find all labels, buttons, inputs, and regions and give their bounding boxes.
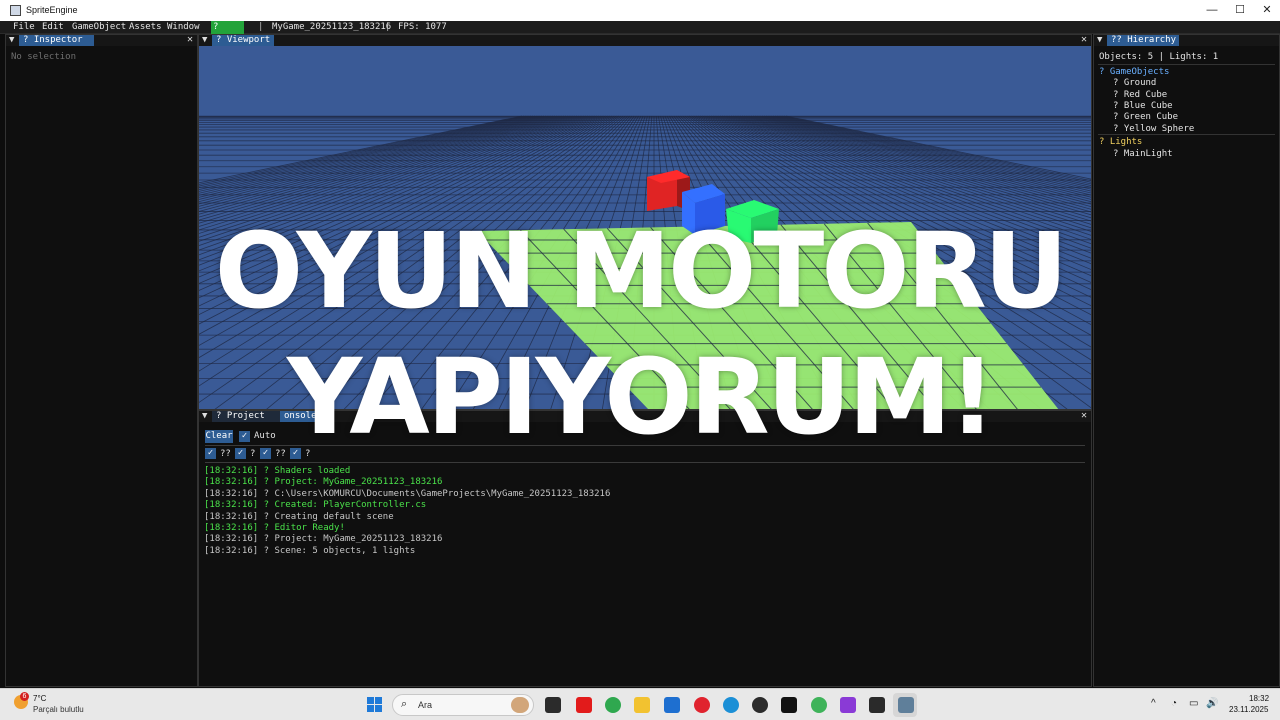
clock-time[interactable]: 18:32 bbox=[1249, 694, 1269, 703]
minimize-button[interactable]: — bbox=[1198, 2, 1226, 18]
app-icon bbox=[10, 5, 21, 16]
console-divider bbox=[205, 462, 1085, 463]
notification-badge: 6 bbox=[20, 692, 29, 701]
hierarchy-item-yellow-sphere[interactable]: ? Yellow Sphere bbox=[1113, 124, 1194, 134]
visual-studio-icon[interactable] bbox=[840, 697, 856, 713]
hierarchy-item-mainlight[interactable]: ? MainLight bbox=[1113, 149, 1173, 159]
clock-date[interactable]: 23.11.2025 bbox=[1229, 705, 1268, 714]
console-log-line: [18:32:16] ? Shaders loaded bbox=[204, 466, 351, 476]
volume-icon[interactable]: 🔊 bbox=[1206, 698, 1218, 709]
overlay-headline-line1: OYUN MOTORU bbox=[214, 210, 1069, 332]
menu-separator: | bbox=[258, 22, 264, 32]
gameobjects-group[interactable]: ? GameObjects bbox=[1099, 67, 1169, 77]
filter-checkbox-2[interactable]: ✓ bbox=[235, 448, 246, 459]
close-viewport-icon[interactable]: ✕ bbox=[1081, 35, 1087, 45]
search-icon: ⌕ bbox=[401, 698, 408, 710]
filter-checkbox-3[interactable]: ✓ bbox=[260, 448, 271, 459]
console-log-line: [18:32:16] ? Creating default scene bbox=[204, 511, 394, 522]
play-button[interactable]: ? Play bbox=[211, 21, 244, 45]
hierarchy-header: ▼ ?? Hierarchy bbox=[1094, 35, 1279, 46]
menu-bar: File Edit GameObject Assets Window ? Pla… bbox=[0, 21, 1280, 45]
hierarchy-item-green-cube[interactable]: ? Green Cube bbox=[1113, 112, 1178, 122]
tab-inspector[interactable]: ? Inspector bbox=[19, 35, 94, 46]
network-icon[interactable]: ◔ bbox=[1171, 698, 1177, 709]
hierarchy-item-red-cube[interactable]: ? Red Cube bbox=[1113, 90, 1167, 100]
start-button[interactable] bbox=[367, 697, 382, 712]
file-explorer-taskview-icon[interactable] bbox=[545, 697, 561, 713]
console-log-line: [18:32:16] ? Created: PlayerController.c… bbox=[204, 500, 427, 511]
search-highlight-icon bbox=[511, 697, 529, 713]
collapse-caret-icon[interactable]: ▼ bbox=[9, 35, 14, 45]
weather-temperature[interactable]: 7°C bbox=[33, 694, 46, 703]
youtube-icon[interactable] bbox=[576, 697, 592, 713]
chrome-alt-icon[interactable] bbox=[811, 697, 827, 713]
maximize-button[interactable]: ☐ bbox=[1226, 2, 1254, 18]
tray-overflow-icon[interactable]: ^ bbox=[1151, 698, 1156, 709]
hierarchy-item-ground[interactable]: ? Ground bbox=[1113, 78, 1156, 88]
menu-separator: | bbox=[385, 22, 391, 32]
folder-icon[interactable] bbox=[634, 697, 650, 713]
hierarchy-summary: Objects: 5 | Lights: 1 bbox=[1099, 52, 1219, 62]
filter-label-2: ? bbox=[250, 449, 256, 459]
weather-description[interactable]: Parçalı bulutlu bbox=[33, 705, 84, 714]
taskbar-search[interactable]: ⌕ Ara bbox=[392, 694, 534, 716]
console-log-line: [18:32:16] ? Editor Ready! bbox=[204, 523, 345, 533]
taskbar: 6 7°C Parçalı bulutlu ⌕ Ara ^ ◔ ▭ 🔊 18:3… bbox=[0, 688, 1280, 720]
filter-checkbox-1[interactable]: ✓ bbox=[205, 448, 216, 459]
no-selection-text: No selection bbox=[11, 52, 77, 62]
store-icon[interactable] bbox=[664, 697, 680, 713]
menu-gameobject[interactable]: GameObject bbox=[72, 22, 126, 32]
project-name-label: MyGame_20251123_183216 bbox=[272, 22, 392, 32]
window-title: SpriteEngine bbox=[26, 5, 78, 15]
hierarchy-divider bbox=[1098, 134, 1275, 135]
menu-edit[interactable]: Edit bbox=[42, 22, 64, 32]
battery-icon[interactable]: ▭ bbox=[1189, 698, 1198, 709]
hierarchy-divider bbox=[1098, 64, 1275, 65]
capcut-icon[interactable] bbox=[781, 697, 797, 713]
media-player-icon[interactable] bbox=[752, 697, 768, 713]
viewport-header: ▼ ? Viewport ✕ bbox=[199, 35, 1091, 46]
tab-viewport[interactable]: ? Viewport bbox=[212, 35, 274, 46]
opera-icon[interactable] bbox=[694, 697, 710, 713]
edge-icon[interactable] bbox=[723, 697, 739, 713]
filter-label-3: ?? bbox=[275, 449, 286, 459]
filter-label-1: ?? bbox=[220, 449, 231, 459]
hierarchy-item-blue-cube[interactable]: ? Blue Cube bbox=[1113, 101, 1173, 111]
console-log-line: [18:32:16] ? Project: MyGame_20251123_18… bbox=[204, 534, 443, 545]
close-window-button[interactable]: ✕ bbox=[1253, 2, 1280, 18]
fps-label: FPS: 1077 bbox=[398, 22, 447, 32]
console-log-line: [18:32:16] ? Project: MyGame_20251123_18… bbox=[204, 477, 443, 488]
chrome-icon[interactable] bbox=[605, 697, 621, 713]
console-log-line: [18:32:16] ? C:\Users\KOMURCU\Documents\… bbox=[204, 488, 611, 499]
lights-group[interactable]: ? Lights bbox=[1099, 137, 1142, 147]
close-inspector-icon[interactable]: ✕ bbox=[187, 34, 193, 45]
collapse-caret-icon[interactable]: ▼ bbox=[202, 35, 207, 45]
console-log-line: [18:32:16] ? Scene: 5 objects, 1 lights bbox=[204, 545, 416, 556]
menu-window[interactable]: Window bbox=[167, 22, 200, 32]
spriteengine-icon[interactable] bbox=[898, 697, 914, 713]
menu-file[interactable]: File bbox=[13, 22, 35, 32]
terminal-icon[interactable] bbox=[869, 697, 885, 713]
search-placeholder: Ara bbox=[418, 700, 433, 710]
menu-assets[interactable]: Assets bbox=[129, 22, 162, 32]
inspector-header: ▼ ? Inspector ✕ bbox=[6, 34, 197, 46]
collapse-caret-icon[interactable]: ▼ bbox=[1097, 35, 1102, 45]
tab-hierarchy[interactable]: ?? Hierarchy bbox=[1107, 35, 1179, 46]
window-title-bar: SpriteEngine — ☐ ✕ bbox=[0, 0, 1280, 21]
overlay-headline-line2: YAPIYORUM! bbox=[286, 336, 996, 458]
